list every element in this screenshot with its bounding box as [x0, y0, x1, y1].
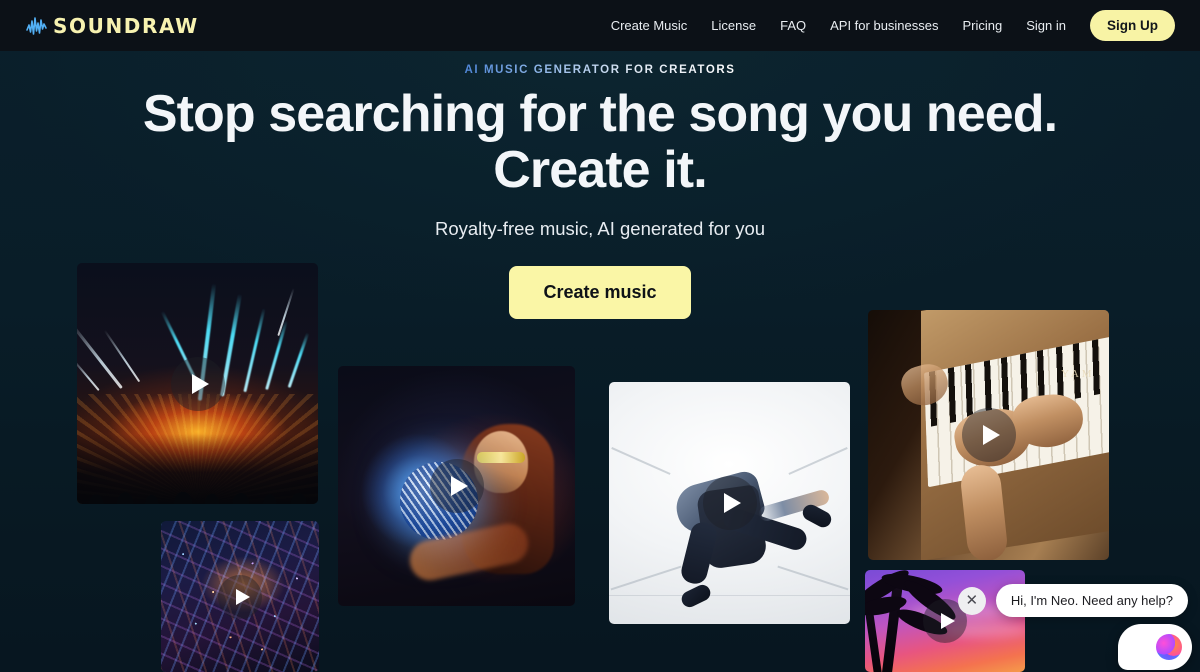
media-card-grid: YAM [0, 0, 1200, 672]
play-icon[interactable] [961, 408, 1016, 462]
nav-link-pricing[interactable]: Pricing [963, 18, 1003, 33]
top-navigation-bar: SOUNDRAW Create Music License FAQ API fo… [0, 0, 1200, 51]
close-icon[interactable]: ✕ [957, 586, 986, 615]
brand-name: SOUNDRAW [53, 13, 199, 38]
sign-up-button[interactable]: Sign Up [1090, 10, 1175, 41]
play-icon[interactable] [702, 476, 757, 530]
nav-link-create-music[interactable]: Create Music [611, 18, 688, 33]
nav-link-license[interactable]: License [711, 18, 756, 33]
media-card-night-city[interactable] [161, 521, 319, 672]
neo-brain-icon [1156, 634, 1182, 660]
chat-launcher-button[interactable] [1118, 624, 1192, 670]
page-root: SOUNDRAW Create Music License FAQ API fo… [0, 0, 1200, 672]
piano-brand-text: YAM [1061, 367, 1095, 380]
media-card-disco-ball-woman[interactable] [338, 366, 575, 606]
media-card-piano[interactable]: YAM [868, 310, 1109, 560]
play-icon[interactable] [429, 459, 484, 513]
media-card-breakdancer[interactable] [609, 382, 850, 624]
waveform-icon [26, 16, 47, 35]
nav-link-api[interactable]: API for businesses [830, 18, 938, 33]
chat-prompt-row: ✕ Hi, I'm Neo. Need any help? [957, 584, 1188, 617]
chat-greeting-bubble[interactable]: Hi, I'm Neo. Need any help? [995, 584, 1188, 617]
play-icon[interactable] [170, 356, 225, 411]
hero-cta-wrapper: Create music [0, 266, 1200, 320]
nav-links: Create Music License FAQ API for busines… [611, 10, 1175, 41]
nav-link-faq[interactable]: FAQ [780, 18, 806, 33]
brand-logo[interactable]: SOUNDRAW [25, 14, 199, 38]
play-icon[interactable] [218, 574, 262, 619]
create-music-button[interactable]: Create music [509, 266, 691, 320]
nav-link-sign-in[interactable]: Sign in [1026, 18, 1066, 33]
